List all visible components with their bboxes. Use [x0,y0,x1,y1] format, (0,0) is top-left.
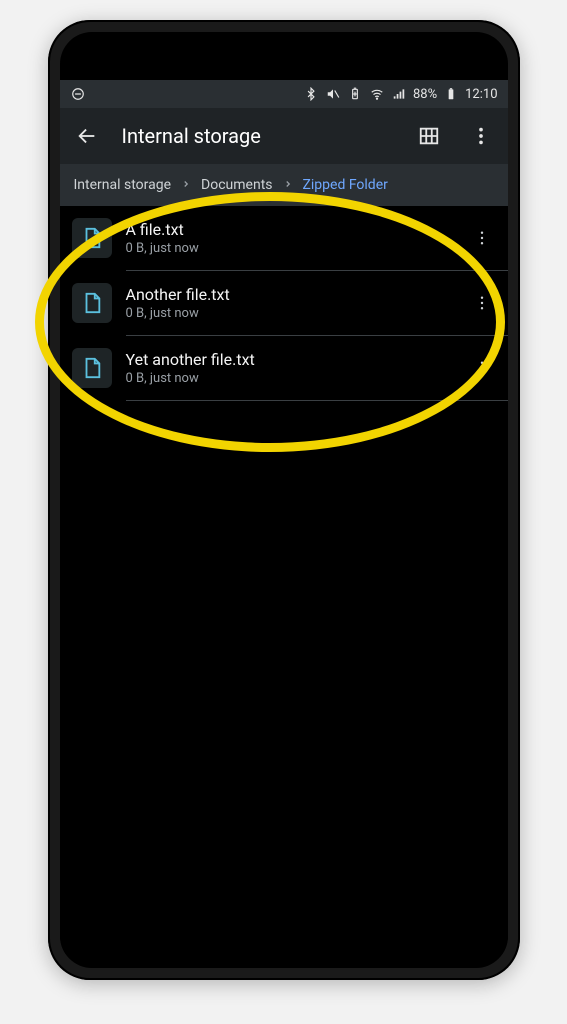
breadcrumb-item[interactable]: Documents [201,177,272,193]
file-options-button[interactable] [468,294,496,312]
breadcrumb-item-active[interactable]: Zipped Folder [303,177,388,193]
back-button[interactable] [70,119,104,153]
mute-icon [325,86,341,102]
phone-frame: 88% 12:10 Internal storage [48,20,520,980]
file-icon [72,283,112,323]
battery-saver-icon [347,86,363,102]
battery-percentage: 88% [413,87,437,102]
chevron-right-icon [181,177,191,193]
file-text: Yet another file.txt 0 B, just now [126,350,454,386]
file-icon [72,348,112,388]
file-name: A file.txt [126,220,454,239]
file-options-button[interactable] [468,359,496,377]
file-text: A file.txt 0 B, just now [126,220,454,256]
file-icon [72,218,112,258]
file-meta: 0 B, just now [126,306,454,321]
file-text: Another file.txt 0 B, just now [126,285,454,321]
overflow-menu-button[interactable] [464,119,498,153]
chevron-right-icon [283,177,293,193]
signal-icon [391,86,407,102]
file-meta: 0 B, just now [126,371,454,386]
file-row[interactable]: Yet another file.txt 0 B, just now [60,336,508,400]
file-name: Another file.txt [126,285,454,304]
file-name: Yet another file.txt [126,350,454,369]
wifi-icon [369,86,385,102]
file-row[interactable]: Another file.txt 0 B, just now [60,271,508,335]
page-title: Internal storage [122,124,394,148]
app-header: Internal storage [60,108,508,164]
divider [126,400,508,401]
nodisturb-icon [70,86,86,102]
clock: 12:10 [465,87,497,102]
file-row[interactable]: A file.txt 0 B, just now [60,206,508,270]
phone-screen-wrap: 88% 12:10 Internal storage [60,32,508,968]
file-options-button[interactable] [468,229,496,247]
breadcrumb: Internal storage Documents Zipped Folder [60,164,508,206]
status-bar: 88% 12:10 [60,80,508,108]
bluetooth-icon [303,86,319,102]
file-meta: 0 B, just now [126,241,454,256]
breadcrumb-item[interactable]: Internal storage [74,177,172,193]
file-list[interactable]: A file.txt 0 B, just now Another file.tx… [60,206,508,954]
view-grid-button[interactable] [412,119,446,153]
battery-icon [443,86,459,102]
screen: 88% 12:10 Internal storage [60,80,508,954]
